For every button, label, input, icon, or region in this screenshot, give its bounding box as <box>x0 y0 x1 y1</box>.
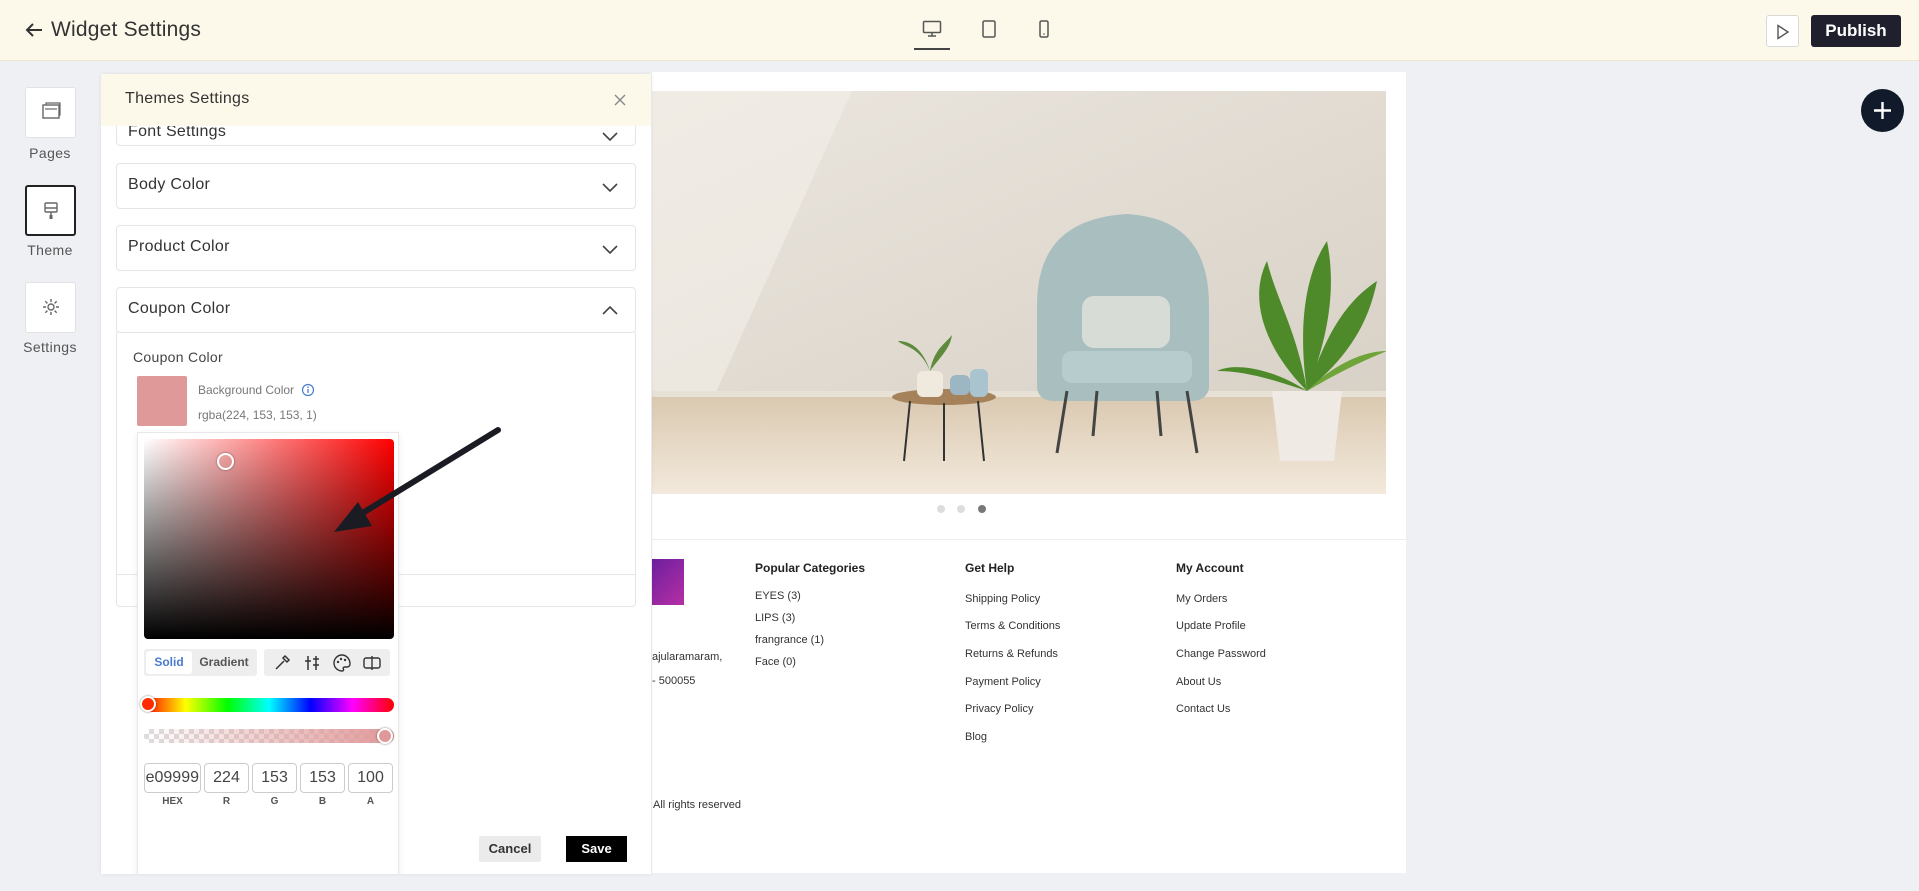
footer-link[interactable]: Face (0) <box>755 656 796 668</box>
alpha-slider[interactable] <box>144 729 394 743</box>
preview-button[interactable] <box>1766 15 1799 47</box>
page-title: Widget Settings <box>51 18 202 41</box>
alpha-handle[interactable] <box>377 728 393 744</box>
footer-address-line: ajularamaram, <box>652 651 723 663</box>
footer-heading-help: Get Help <box>965 561 1015 575</box>
green-input[interactable]: 153 <box>252 763 297 793</box>
hero-banner-image[interactable] <box>652 91 1386 494</box>
footer-heading-categories: Popular Categories <box>755 561 866 575</box>
saturation-handle[interactable] <box>217 453 234 470</box>
footer-link[interactable]: Update Profile <box>1176 620 1246 632</box>
footer-link[interactable]: Privacy Policy <box>965 703 1033 715</box>
mode-gradient-tab[interactable]: Gradient <box>194 651 254 674</box>
mode-solid-tab[interactable]: Solid <box>146 651 192 674</box>
publish-button[interactable]: Publish <box>1811 15 1901 47</box>
chevron-down-icon <box>599 176 621 198</box>
footer-copyright: All rights reserved <box>653 799 742 811</box>
picker-tools <box>264 649 390 676</box>
footer-link[interactable]: frangrance (1) <box>755 634 824 646</box>
mobile-icon <box>1039 20 1049 38</box>
pages-icon <box>41 102 61 119</box>
rail-pages-label: Pages <box>29 145 71 161</box>
footer-divider <box>652 539 1406 540</box>
add-widget-button[interactable] <box>1861 89 1904 132</box>
accordion-label: Product Color <box>128 238 230 255</box>
compare-icon[interactable] <box>362 653 382 673</box>
close-icon[interactable] <box>610 90 630 110</box>
blue-input[interactable]: 153 <box>300 763 345 793</box>
footer-link[interactable]: Terms & Conditions <box>965 620 1060 632</box>
red-label: R <box>222 796 231 807</box>
alpha-label: A <box>366 796 375 807</box>
annotation-arrow-icon <box>326 424 506 544</box>
info-icon[interactable] <box>301 383 315 397</box>
carousel-dot[interactable] <box>957 505 965 513</box>
hue-handle[interactable] <box>140 696 156 712</box>
palette-icon[interactable] <box>332 653 352 673</box>
save-button[interactable]: Save <box>566 836 627 862</box>
panel-header: Themes Settings <box>101 74 651 126</box>
footer-link[interactable]: Change Password <box>1176 648 1266 660</box>
tablet-view-button[interactable] <box>971 18 1007 50</box>
tablet-icon <box>982 20 996 38</box>
mobile-view-button[interactable] <box>1026 18 1062 50</box>
coupon-color-heading: Coupon Color <box>133 349 223 365</box>
footer-link[interactable]: Blog <box>965 731 987 743</box>
accordion-label: Body Color <box>128 176 211 193</box>
accordion-label: Coupon Color <box>128 300 231 317</box>
cancel-button[interactable]: Cancel <box>479 836 541 862</box>
footer-link[interactable]: LIPS (3) <box>755 612 795 624</box>
footer-link[interactable]: About Us <box>1176 676 1221 688</box>
desktop-view-button[interactable] <box>914 18 950 50</box>
themes-settings-panel: Themes Settings Font Settings Body Color… <box>101 74 651 874</box>
mode-toggle: Solid Gradient <box>144 649 257 676</box>
accordion-body-color[interactable]: Body Color <box>116 163 636 209</box>
background-color-value: rgba(224, 153, 153, 1) <box>198 408 317 422</box>
rail-settings-button[interactable] <box>25 282 76 333</box>
footer-link[interactable]: EYES (3) <box>755 590 801 602</box>
footer-link[interactable]: Returns & Refunds <box>965 648 1058 660</box>
sliders-icon[interactable] <box>302 653 322 673</box>
accordion-product-color[interactable]: Product Color <box>116 225 636 271</box>
footer-link[interactable]: Payment Policy <box>965 676 1041 688</box>
background-color-label: Background Color <box>198 383 295 397</box>
carousel-dot-active[interactable] <box>978 505 986 513</box>
theme-icon <box>43 202 58 219</box>
panel-title: Themes Settings <box>125 90 250 107</box>
back-arrow-icon[interactable] <box>22 18 46 42</box>
chevron-down-icon <box>599 125 621 147</box>
chevron-up-icon <box>599 300 621 322</box>
hex-label: HEX <box>162 796 183 807</box>
top-bar: Widget Settings Publish <box>0 0 1919 61</box>
footer-link[interactable]: Shipping Policy <box>965 593 1040 605</box>
green-label: G <box>270 796 279 807</box>
footer-address-line: - 500055 <box>652 675 696 687</box>
alpha-input[interactable]: 100 <box>348 763 393 793</box>
rail-theme-label: Theme <box>27 242 73 258</box>
footer-link[interactable]: My Orders <box>1176 593 1227 605</box>
footer-link[interactable]: Contact Us <box>1176 703 1230 715</box>
hex-input[interactable]: e09999 <box>144 763 201 793</box>
background-color-swatch[interactable] <box>137 376 187 426</box>
play-icon <box>1776 24 1789 40</box>
footer-logo <box>652 559 684 605</box>
blue-label: B <box>318 796 327 807</box>
rail-pages-button[interactable] <box>25 87 76 138</box>
eyedropper-icon[interactable] <box>272 653 292 673</box>
desktop-icon <box>922 20 942 37</box>
plus-icon <box>1874 102 1891 119</box>
carousel-dot[interactable] <box>937 505 945 513</box>
gear-icon <box>42 299 59 315</box>
red-input[interactable]: 224 <box>204 763 249 793</box>
rail-theme-button[interactable] <box>25 185 76 236</box>
accordion-coupon-color[interactable]: Coupon Color <box>116 287 636 333</box>
footer-heading-account: My Account <box>1176 561 1244 575</box>
chevron-down-icon <box>599 238 621 260</box>
hue-slider[interactable] <box>144 698 394 712</box>
rail-settings-label: Settings <box>23 339 77 355</box>
